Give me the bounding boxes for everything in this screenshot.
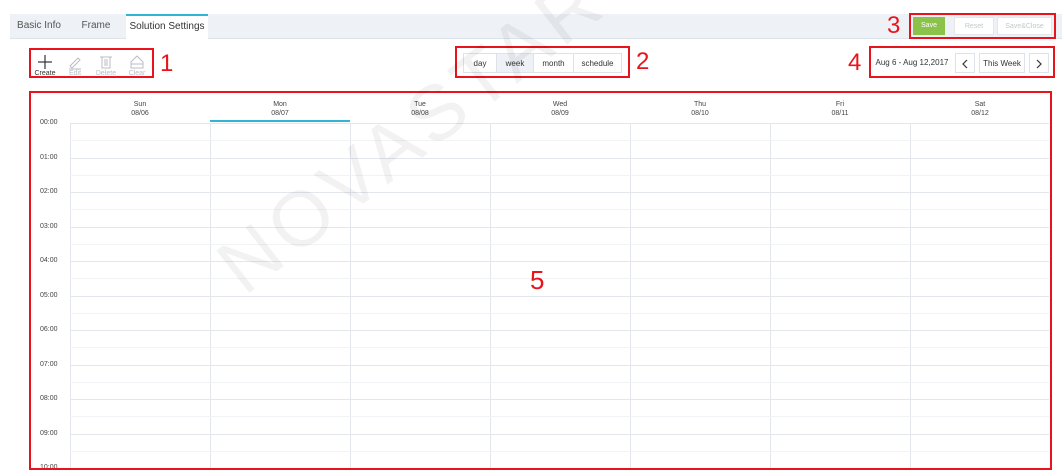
tab-frame[interactable]: Frame bbox=[70, 14, 122, 38]
annotation-box-3 bbox=[909, 13, 1056, 39]
window: Basic Info Frame Solution Settings Save … bbox=[0, 0, 1064, 475]
annotation-marker-5: 5 bbox=[530, 265, 545, 295]
annotation-marker-2: 2 bbox=[636, 48, 650, 75]
annotation-marker-1: 1 bbox=[160, 50, 174, 77]
tab-solution-settings[interactable]: Solution Settings bbox=[126, 14, 208, 39]
annotation-box-4 bbox=[869, 46, 1055, 78]
annotation-box-1 bbox=[29, 48, 154, 78]
tab-basic-info[interactable]: Basic Info bbox=[10, 14, 68, 38]
annotation-marker-3: 3 bbox=[887, 12, 901, 39]
annotation-marker-4: 4 bbox=[848, 49, 862, 76]
